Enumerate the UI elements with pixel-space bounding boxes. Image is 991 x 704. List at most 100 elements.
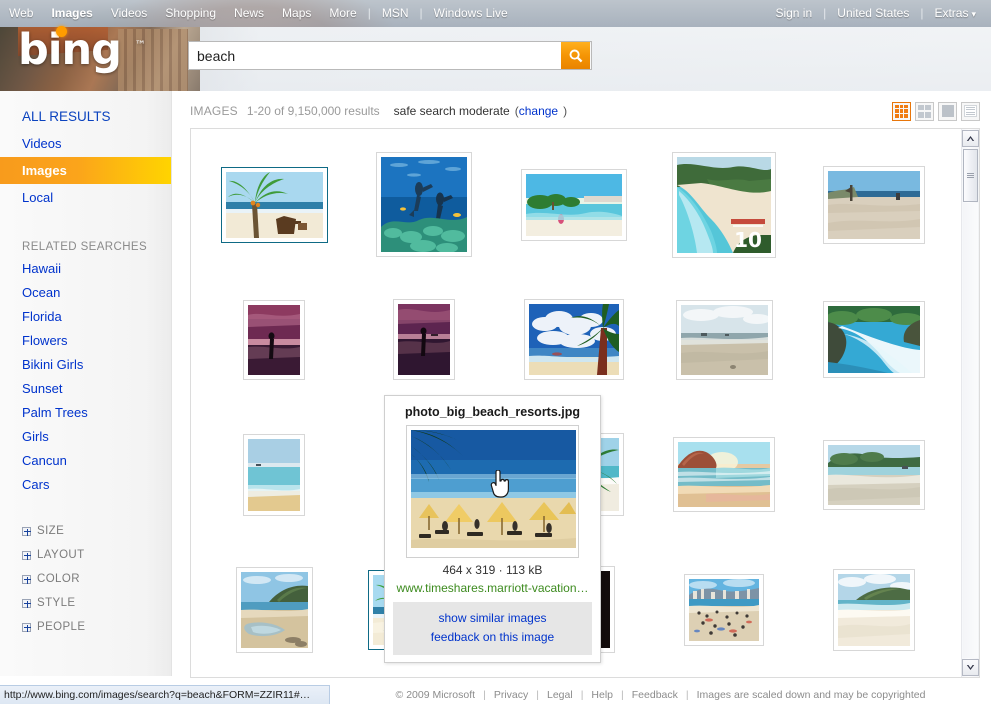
- related-search-flowers[interactable]: Flowers: [0, 329, 171, 353]
- nav-item-shopping[interactable]: Shopping: [156, 0, 225, 27]
- sidebar-item-images[interactable]: Images: [0, 157, 171, 184]
- status-bar-url: http://www.bing.com/images/search?q=beac…: [4, 689, 310, 701]
- crowded-city-beach-thumbnail: [689, 579, 759, 641]
- nav-item-windows-live[interactable]: Windows Live: [425, 0, 517, 27]
- plus-box-icon: [22, 599, 31, 608]
- sidebar-item-all-results[interactable]: ALL RESULTS: [0, 103, 171, 130]
- scroll-thumb[interactable]: [963, 149, 978, 202]
- nav-item-web[interactable]: Web: [0, 0, 42, 27]
- result-thumb-palm-blue-sky-clouds[interactable]: [524, 299, 624, 380]
- result-thumb-red-rock-pink-lagoon[interactable]: [673, 437, 775, 512]
- white-sand-empty-beach-thumbnail: [838, 574, 910, 646]
- grid-large-view-button[interactable]: [892, 102, 911, 121]
- nav-item-more[interactable]: More: [320, 0, 365, 27]
- footer-divider-1: |: [483, 689, 486, 701]
- filter-section-size[interactable]: SIZE: [0, 519, 171, 543]
- result-thumb-white-sand-empty-beach[interactable]: [833, 569, 915, 651]
- footer-link-help[interactable]: Help: [591, 689, 613, 701]
- result-thumb-purple-dusk-figure-shore[interactable]: [393, 299, 455, 380]
- search-bar: [188, 41, 592, 70]
- image-cell: [649, 407, 799, 542]
- popup-source-url[interactable]: www.timeshares.marriott-vacation…: [393, 581, 592, 595]
- result-thumb-palm-tree-chair-beach[interactable]: [221, 167, 328, 243]
- sign-in-link[interactable]: Sign in: [766, 0, 821, 27]
- image-cell: [799, 542, 949, 677]
- search-input[interactable]: [189, 42, 561, 69]
- footer-link-legal[interactable]: Legal: [547, 689, 573, 701]
- related-search-girls[interactable]: Girls: [0, 425, 171, 449]
- related-search-cars[interactable]: Cars: [0, 473, 171, 497]
- popup-dimensions: 464 x 319 · 113 kB: [393, 563, 592, 577]
- footer-link-feedback[interactable]: Feedback: [632, 689, 678, 701]
- scroll-up-button[interactable]: [962, 130, 979, 147]
- chevron-down-icon: ▾: [971, 9, 976, 19]
- image-row-2: [199, 272, 959, 407]
- result-thumb-crowded-city-beach[interactable]: [684, 574, 764, 646]
- bing-logo[interactable]: bing ™: [18, 29, 146, 72]
- scroll-track[interactable]: [963, 203, 978, 658]
- scuba-divers-underwater-thumbnail: [381, 157, 467, 252]
- chevron-up-icon: [966, 135, 975, 142]
- related-search-palm-trees[interactable]: Palm Trees: [0, 401, 171, 425]
- nav-right-group: Sign in | United States | Extras▾: [766, 0, 991, 27]
- related-search-hawaii[interactable]: Hawaii: [0, 257, 171, 281]
- result-thumb-rocky-coast-turquoise-surf[interactable]: [823, 301, 925, 378]
- logo-text: bing: [18, 25, 121, 75]
- nav-item-images[interactable]: Images: [42, 0, 101, 27]
- palm-tree-chair-beach-thumbnail: [226, 172, 323, 238]
- safe-search-change-link[interactable]: change: [519, 104, 558, 118]
- result-thumb-tropical-bay-resort[interactable]: [521, 169, 627, 241]
- results-header: IMAGES 1-20 of 9,150,000 results safe se…: [190, 100, 980, 122]
- logo-dot-icon: [56, 26, 67, 37]
- filter-section-people[interactable]: PEOPLE: [0, 615, 171, 639]
- search-button[interactable]: [561, 42, 590, 69]
- single-large-view-button[interactable]: [938, 102, 957, 121]
- results-scrollbar[interactable]: [961, 129, 979, 677]
- sidebar-item-videos[interactable]: Videos: [0, 130, 171, 157]
- scroll-down-button[interactable]: [962, 659, 979, 676]
- plus-box-icon: [22, 527, 31, 536]
- related-search-ocean[interactable]: Ocean: [0, 281, 171, 305]
- extras-menu[interactable]: Extras▾: [925, 0, 985, 27]
- result-thumb-scuba-divers-underwater[interactable]: [376, 152, 472, 257]
- related-search-sunset[interactable]: Sunset: [0, 377, 171, 401]
- sidebar-item-local[interactable]: Local: [0, 184, 171, 211]
- related-search-florida[interactable]: Florida: [0, 305, 171, 329]
- nav-divider-1: |: [366, 0, 373, 27]
- result-thumb-overcast-wet-sand[interactable]: [676, 300, 773, 380]
- result-thumb-wet-sand-tree-line[interactable]: [823, 440, 925, 510]
- result-thumb-sandy-beach-fence-post[interactable]: [823, 166, 925, 244]
- grid-medium-view-button[interactable]: [915, 102, 934, 121]
- popup-image-link[interactable]: [406, 425, 579, 558]
- footer-link-privacy[interactable]: Privacy: [494, 689, 528, 701]
- show-similar-images-link[interactable]: show similar images: [393, 609, 592, 628]
- filter-section-layout[interactable]: LAYOUT: [0, 543, 171, 567]
- nav-item-news[interactable]: News: [225, 0, 273, 27]
- filter-section-color[interactable]: COLOR: [0, 567, 171, 591]
- related-search-cancun[interactable]: Cancun: [0, 449, 171, 473]
- image-cell: [349, 272, 499, 407]
- page-footer: © 2009 Microsoft | Privacy | Legal | Hel…: [330, 685, 991, 704]
- nav-item-videos[interactable]: Videos: [102, 0, 156, 27]
- region-selector[interactable]: United States: [828, 0, 918, 27]
- feedback-on-image-link[interactable]: feedback on this image: [393, 628, 592, 647]
- view-mode-switcher: [892, 102, 980, 121]
- result-thumb-beach-headland-reflection[interactable]: [236, 567, 313, 653]
- image-detail-popup: photo_big_beach_resorts.jpg: [384, 395, 601, 663]
- sandy-beach-fence-post-thumbnail: [828, 171, 920, 239]
- result-thumb-aerial-cove-magazine-cover[interactable]: 10: [672, 152, 776, 258]
- purple-sunset-silhouette-thumbnail: [248, 305, 300, 375]
- image-cell: [799, 137, 949, 272]
- related-search-bikini-girls[interactable]: Bikini Girls: [0, 353, 171, 377]
- result-thumb-calm-turquoise-shoreline[interactable]: [243, 434, 305, 516]
- nav-item-maps[interactable]: Maps: [273, 0, 320, 27]
- footer-divider-4: |: [621, 689, 624, 701]
- footer-divider-3: |: [581, 689, 584, 701]
- nav-item-msn[interactable]: MSN: [373, 0, 418, 27]
- details-list-view-button[interactable]: [961, 102, 980, 121]
- overcast-wet-sand-thumbnail: [681, 305, 768, 375]
- result-thumb-purple-sunset-silhouette[interactable]: [243, 300, 305, 380]
- image-cell: [499, 137, 649, 272]
- filter-section-style[interactable]: STYLE: [0, 591, 171, 615]
- red-rock-pink-lagoon-thumbnail: [678, 442, 770, 507]
